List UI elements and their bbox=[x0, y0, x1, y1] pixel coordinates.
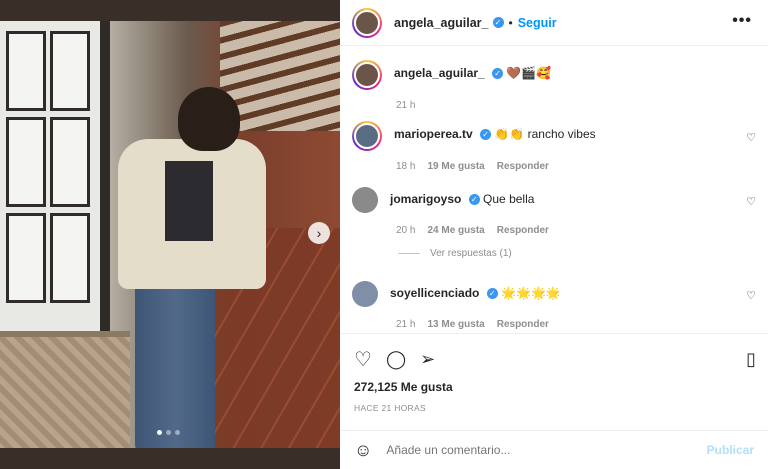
replies-line bbox=[398, 253, 420, 254]
reply-button[interactable]: Responder bbox=[497, 319, 549, 330]
commenter-avatar[interactable] bbox=[352, 281, 378, 307]
comment-text: Que bella bbox=[483, 192, 535, 206]
window-pane bbox=[6, 213, 46, 303]
comment-text: 👏👏 rancho vibes bbox=[494, 127, 596, 141]
post-actions: ♡ ◯ ➢ ▯ 272,125 Me gusta HACE 21 HORAS bbox=[340, 333, 768, 413]
window-pane bbox=[50, 117, 90, 207]
action-icons: ♡ ◯ ➢ ▯ bbox=[354, 346, 756, 372]
comment-time: 21 h bbox=[396, 319, 416, 330]
comment-likes[interactable]: 13 Me gusta bbox=[427, 319, 484, 330]
verified-badge-icon: ✓ bbox=[486, 288, 498, 300]
comment-like-heart-icon[interactable]: ♡ bbox=[746, 289, 756, 302]
commenter-avatar[interactable] bbox=[352, 187, 378, 213]
verified-badge-icon: ✓ bbox=[492, 68, 504, 80]
window-pane bbox=[50, 213, 90, 303]
comment-likes[interactable]: 24 Me gusta bbox=[427, 225, 484, 236]
carousel-dot-active bbox=[157, 430, 162, 435]
comments-list[interactable]: angela_aguilar_ ✓ 🤎🎬🥰 21 h marioperea.tv… bbox=[340, 47, 768, 332]
window-pane bbox=[6, 117, 46, 207]
carousel-dot bbox=[166, 430, 171, 435]
carousel-dot bbox=[175, 430, 180, 435]
comment-item: jomarigoyso ✓ Que bella ♡ 20 h 24 Me gus… bbox=[352, 187, 756, 236]
header-separator: • bbox=[508, 15, 513, 30]
photo-bench bbox=[0, 331, 130, 448]
more-options-icon[interactable]: ••• bbox=[732, 12, 752, 30]
comment-item: marioperea.tv ✓ 👏👏 rancho vibes ♡ 18 h 1… bbox=[352, 121, 756, 172]
verified-badge-icon: ✓ bbox=[492, 17, 504, 28]
comment-item: soyellicenciado ✓ 🌟🌟🌟🌟 ♡ 21 h 13 Me gust… bbox=[352, 281, 756, 330]
likes-count[interactable]: 272,125 Me gusta bbox=[354, 380, 756, 394]
author-avatar[interactable] bbox=[352, 7, 382, 38]
verified-badge-icon: ✓ bbox=[480, 129, 492, 141]
photo-person-hair bbox=[178, 87, 240, 151]
reply-button[interactable]: Responder bbox=[497, 225, 549, 236]
view-replies-label: Ver respuestas (1) bbox=[430, 248, 512, 259]
next-slide-button[interactable]: › bbox=[308, 222, 330, 244]
commenter-avatar[interactable] bbox=[352, 121, 382, 151]
caption: angela_aguilar_ ✓ 🤎🎬🥰 21 h bbox=[352, 60, 756, 111]
share-icon[interactable]: ➢ bbox=[420, 349, 435, 370]
window-pane bbox=[50, 31, 90, 111]
author-username[interactable]: angela_aguilar_ bbox=[394, 16, 489, 30]
comment-likes[interactable]: 19 Me gusta bbox=[427, 161, 484, 172]
post-media[interactable]: › bbox=[0, 0, 340, 469]
caption-username[interactable]: angela_aguilar_ bbox=[394, 66, 485, 80]
comment-time: 18 h bbox=[396, 161, 416, 172]
verified-badge-icon: ✓ bbox=[468, 194, 480, 206]
post-timestamp: HACE 21 HORAS bbox=[354, 403, 426, 413]
post-viewer: › angela_aguilar_ ✓ • Seguir ••• angela_… bbox=[0, 0, 768, 469]
post-side-panel: angela_aguilar_ ✓ • Seguir ••• angela_ag… bbox=[340, 0, 768, 469]
photo-person-top bbox=[165, 161, 213, 241]
emoji-icon[interactable]: ☺ bbox=[354, 440, 372, 461]
comment-like-heart-icon[interactable]: ♡ bbox=[746, 195, 756, 208]
comment-username[interactable]: marioperea.tv bbox=[394, 127, 473, 141]
publish-button[interactable]: Publicar bbox=[707, 443, 754, 457]
post-photo bbox=[0, 21, 340, 448]
add-comment-bar: ☺ Publicar bbox=[340, 430, 768, 469]
window-pane bbox=[6, 31, 46, 111]
caption-avatar[interactable] bbox=[352, 60, 382, 90]
carousel-dots bbox=[157, 430, 180, 435]
follow-button[interactable]: Seguir bbox=[518, 16, 557, 30]
comment-username[interactable]: jomarigoyso bbox=[390, 192, 461, 206]
caption-text: 🤎🎬🥰 bbox=[506, 66, 552, 80]
reply-button[interactable]: Responder bbox=[497, 161, 549, 172]
comment-like-heart-icon[interactable]: ♡ bbox=[746, 131, 756, 144]
comment-text: 🌟🌟🌟🌟 bbox=[501, 286, 561, 300]
caption-time: 21 h bbox=[396, 100, 416, 111]
view-replies-button[interactable]: Ver respuestas (1) bbox=[398, 248, 512, 259]
bookmark-icon[interactable]: ▯ bbox=[746, 349, 756, 370]
heart-icon[interactable]: ♡ bbox=[354, 347, 372, 372]
post-header: angela_aguilar_ ✓ • Seguir ••• bbox=[340, 0, 768, 46]
comment-username[interactable]: soyellicenciado bbox=[390, 286, 479, 300]
comment-input[interactable] bbox=[386, 443, 707, 457]
comment-icon[interactable]: ◯ bbox=[386, 349, 406, 370]
photo-window bbox=[0, 21, 110, 341]
comment-time: 20 h bbox=[396, 225, 416, 236]
